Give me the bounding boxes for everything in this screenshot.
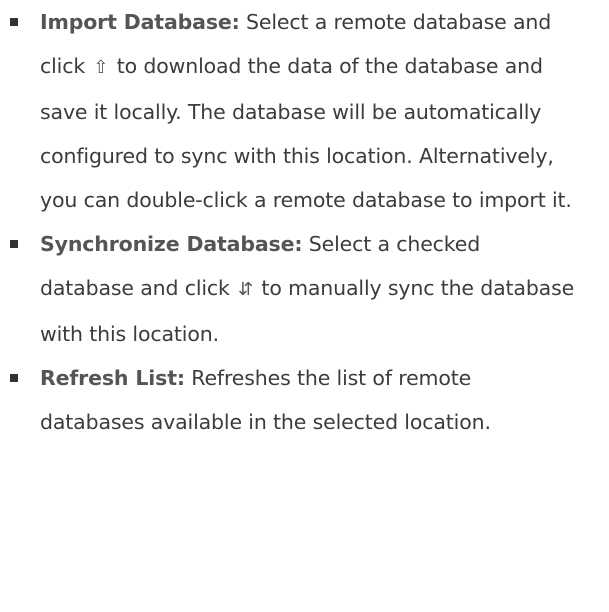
bullet-square	[10, 374, 18, 382]
list-item-synchronize-database: Synchronize Database: Select a checked d…	[0, 222, 580, 356]
import-icon: ⇧	[93, 57, 109, 78]
item-term: Synchronize Database:	[40, 232, 303, 256]
feature-list: Import Database: Select a remote databas…	[0, 0, 580, 444]
sync-icon: ⇵	[238, 279, 254, 300]
item-term: Refresh List:	[40, 366, 185, 390]
item-text: to download the data of the database and…	[40, 54, 572, 212]
list-item-refresh-list: Refresh List: Refreshes the list of remo…	[0, 356, 580, 444]
item-term: Import Database:	[40, 10, 240, 34]
help-document: Import Database: Select a remote databas…	[0, 0, 609, 612]
bullet-square	[10, 18, 18, 26]
bullet-square	[10, 240, 18, 248]
list-item-import-database: Import Database: Select a remote databas…	[0, 0, 580, 222]
